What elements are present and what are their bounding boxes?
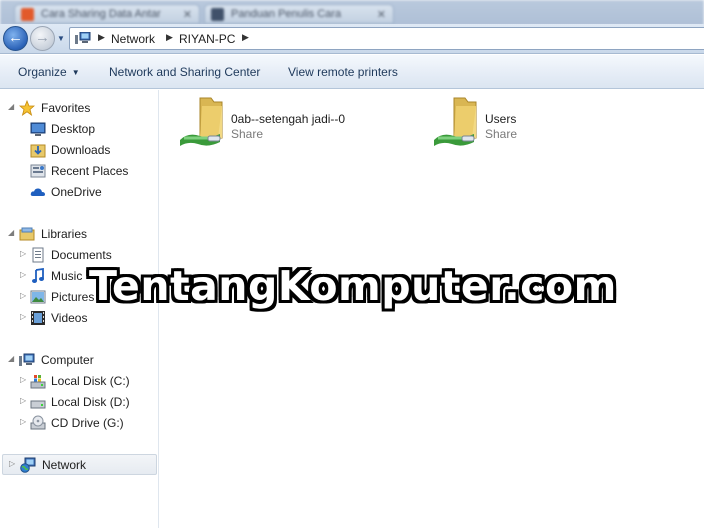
command-bar: Organize ▼ Network and Sharing Center Vie… bbox=[0, 55, 704, 89]
tab-label: Cara Sharing Data Antar bbox=[41, 8, 161, 20]
sidebar-item-label: Downloads bbox=[51, 143, 111, 157]
share-item[interactable]: Users Share bbox=[432, 96, 612, 152]
downloads-icon bbox=[30, 144, 46, 158]
computer-icon bbox=[19, 353, 35, 366]
collapsed-triangle-icon[interactable]: ▷ bbox=[20, 396, 26, 405]
watermark: TentangKomputer.com bbox=[89, 262, 617, 310]
shared-folder-icon bbox=[434, 97, 477, 146]
close-icon[interactable]: ✕ bbox=[183, 8, 192, 21]
sidebar-item-label: Videos bbox=[51, 311, 88, 325]
forward-button[interactable]: → bbox=[30, 26, 55, 51]
expanded-triangle-icon[interactable]: ◢ bbox=[8, 228, 14, 237]
collapsed-triangle-icon[interactable]: ▷ bbox=[20, 291, 26, 300]
browser-tab[interactable]: Cara Sharing Data Antar ✕ bbox=[14, 4, 200, 24]
sidebar-item-label: Pictures bbox=[51, 290, 95, 304]
disk-icon bbox=[30, 400, 46, 409]
sidebar-group-network[interactable]: ▷ Network bbox=[2, 454, 157, 475]
sidebar-item-onedrive[interactable]: OneDrive bbox=[30, 182, 156, 202]
arrow-left-icon: ← bbox=[8, 29, 23, 46]
sidebar-group-label: Computer bbox=[41, 353, 94, 367]
recent-pages-dropdown[interactable]: ▼ bbox=[57, 34, 65, 43]
address-bar[interactable]: ▶ Network ▶ RIYAN-PC ▶ bbox=[69, 27, 704, 50]
shared-folder-icon bbox=[180, 97, 223, 146]
collapsed-triangle-icon[interactable]: ▷ bbox=[20, 312, 26, 321]
arrow-right-icon: → bbox=[35, 29, 50, 46]
sidebar-item-recent-places[interactable]: Recent Places bbox=[30, 161, 156, 181]
share-type: Share bbox=[485, 127, 518, 141]
view-remote-printers-button[interactable]: View remote printers bbox=[288, 65, 398, 79]
pictures-icon bbox=[30, 290, 46, 304]
cd-drive-icon bbox=[30, 415, 46, 430]
sidebar-group-favorites[interactable]: ◢ Favorites bbox=[8, 98, 156, 118]
collapsed-triangle-icon[interactable]: ▷ bbox=[20, 417, 26, 426]
expanded-triangle-icon[interactable]: ◢ bbox=[8, 354, 14, 363]
tab-favicon-icon bbox=[21, 8, 34, 21]
breadcrumb-separator-icon[interactable]: ▶ bbox=[242, 32, 249, 43]
windows-disk-icon bbox=[30, 375, 46, 389]
network-icon bbox=[75, 32, 91, 44]
share-type: Share bbox=[231, 127, 264, 141]
sidebar-item-desktop[interactable]: Desktop bbox=[30, 119, 156, 139]
collapsed-triangle-icon[interactable]: ▷ bbox=[20, 249, 26, 258]
collapsed-triangle-icon[interactable]: ▷ bbox=[9, 459, 15, 468]
close-icon[interactable]: ✕ bbox=[377, 8, 386, 21]
breadcrumb-network[interactable]: Network bbox=[111, 32, 155, 46]
sidebar-group-label: Network bbox=[42, 458, 87, 472]
sidebar-item-label: CD Drive (G:) bbox=[51, 416, 124, 430]
sidebar-item-local-disk-c[interactable]: ▷ Local Disk (C:) bbox=[20, 371, 156, 391]
title-bar: Cara Sharing Data Antar ✕ Panduan Penuli… bbox=[0, 0, 704, 26]
collapsed-triangle-icon[interactable]: ▷ bbox=[20, 375, 26, 384]
sidebar-item-label: Documents bbox=[51, 248, 112, 262]
sidebar-group-label: Favorites bbox=[41, 101, 91, 115]
chevron-down-icon: ▼ bbox=[57, 34, 65, 43]
onedrive-icon bbox=[30, 188, 45, 196]
sidebar-group-libraries[interactable]: ◢ Libraries bbox=[8, 224, 156, 244]
documents-icon bbox=[32, 247, 44, 263]
sidebar-item-downloads[interactable]: Downloads bbox=[30, 140, 156, 160]
chevron-down-icon: ▼ bbox=[71, 68, 80, 77]
expanded-triangle-icon[interactable]: ◢ bbox=[8, 102, 14, 111]
breadcrumb-separator-icon[interactable]: ▶ bbox=[166, 32, 173, 43]
sidebar-item-label: Desktop bbox=[51, 122, 96, 136]
back-button[interactable]: ← bbox=[3, 26, 28, 51]
sidebar-item-label: Local Disk (D:) bbox=[51, 395, 130, 409]
sidebar-item-label: Local Disk (C:) bbox=[51, 374, 130, 388]
share-item[interactable]: 0ab--setengah jadi--0 Share bbox=[178, 96, 408, 152]
network-sharing-center-button[interactable]: Network and Sharing Center bbox=[109, 65, 260, 79]
share-name: 0ab--setengah jadi--0 bbox=[231, 112, 346, 126]
sidebar-item-label: OneDrive bbox=[51, 185, 102, 199]
star-icon bbox=[19, 100, 35, 116]
sidebar-item-cd-drive-g[interactable]: ▷ CD Drive (G:) bbox=[20, 413, 156, 433]
tab-favicon-icon bbox=[211, 8, 224, 21]
videos-icon bbox=[31, 311, 45, 325]
navigation-bar: ← → ▼ ▶ Network ▶ RIYAN-PC ▶ bbox=[0, 24, 704, 54]
desktop-icon bbox=[30, 122, 46, 136]
sidebar-item-videos[interactable]: ▷ Videos bbox=[20, 308, 156, 328]
organize-label: Organize bbox=[18, 65, 67, 79]
libraries-icon bbox=[19, 227, 35, 241]
breadcrumb-riyan-pc[interactable]: RIYAN-PC bbox=[179, 32, 235, 46]
collapsed-triangle-icon[interactable]: ▷ bbox=[20, 270, 26, 279]
network-globe-icon bbox=[20, 457, 36, 473]
sidebar-group-computer[interactable]: ◢ Computer bbox=[8, 350, 156, 370]
breadcrumb-separator-icon[interactable]: ▶ bbox=[98, 32, 105, 43]
sidebar-group-label: Libraries bbox=[41, 227, 88, 241]
sidebar-item-label: Recent Places bbox=[51, 164, 129, 178]
sidebar-item-local-disk-d[interactable]: ▷ Local Disk (D:) bbox=[20, 392, 156, 412]
music-icon bbox=[32, 268, 44, 283]
recent-places-icon bbox=[30, 164, 46, 178]
tab-label: Panduan Penulis Cara bbox=[231, 8, 342, 20]
browser-tab[interactable]: Panduan Penulis Cara ✕ bbox=[204, 4, 394, 24]
organize-button[interactable]: Organize ▼ bbox=[18, 65, 80, 79]
share-name: Users bbox=[485, 112, 517, 126]
sidebar-item-label: Music bbox=[51, 269, 83, 283]
